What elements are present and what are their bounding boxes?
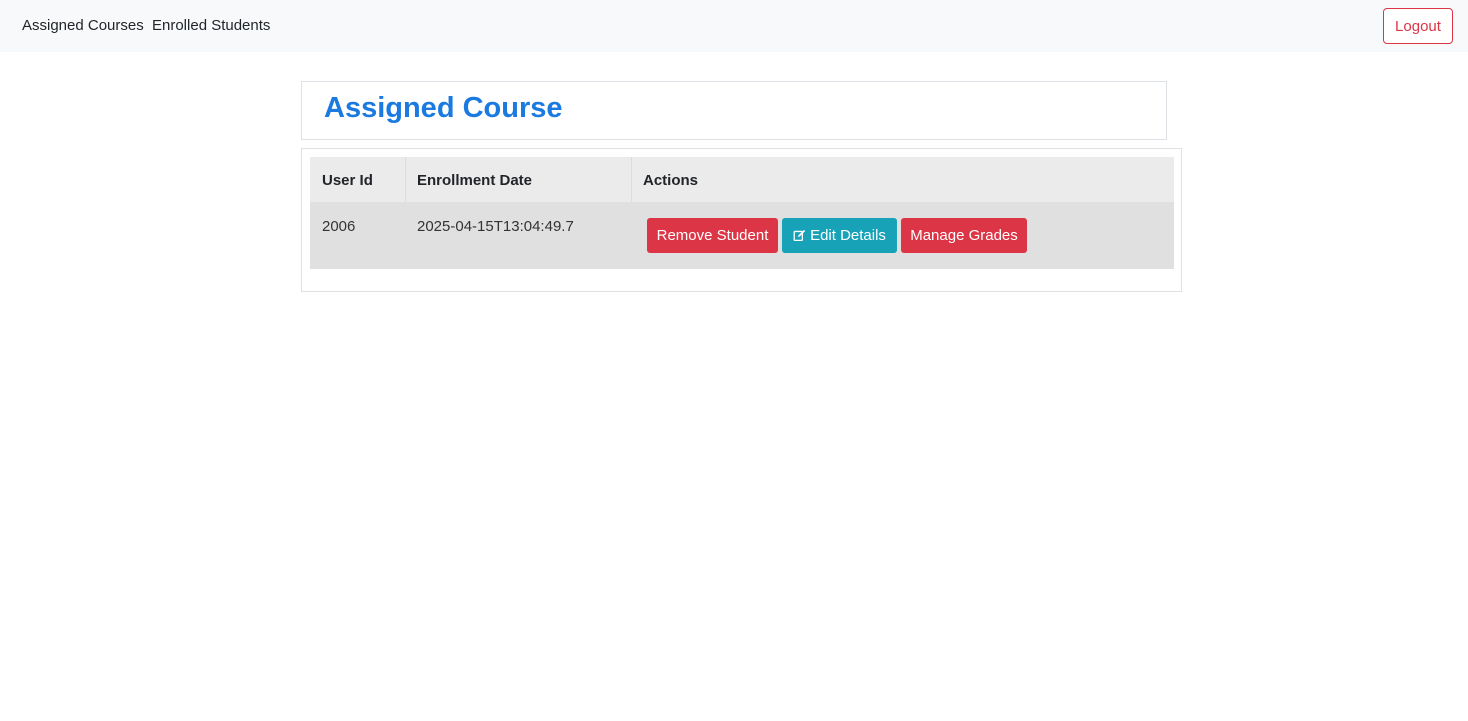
top-navbar: Assigned Courses Enrolled Students Logou…: [0, 0, 1468, 52]
table-header-row: User Id Enrollment Date Actions: [310, 157, 1174, 202]
cell-enrollment-date: 2025-04-15T13:04:49.7: [417, 218, 574, 235]
header-actions: Actions: [643, 172, 699, 189]
remove-student-button[interactable]: Remove Student: [647, 218, 778, 253]
table-row: 2006 2025-04-15T13:04:49.7 Remove Studen…: [310, 202, 1174, 269]
edit-icon: [793, 229, 806, 242]
edit-details-label: Edit Details: [810, 227, 886, 244]
remove-student-label: Remove Student: [656, 227, 769, 244]
cell-user-id: 2006: [322, 218, 356, 235]
column-divider: [405, 157, 406, 202]
header-user-id: User Id: [322, 172, 373, 189]
logout-button[interactable]: Logout: [1383, 8, 1453, 44]
page-title: Assigned Course: [324, 92, 563, 124]
enrollment-table-card: User Id Enrollment Date Actions 2006 202…: [301, 148, 1182, 292]
manage-grades-label: Manage Grades: [910, 227, 1018, 244]
edit-details-button[interactable]: Edit Details: [782, 218, 897, 253]
header-enrollment-date: Enrollment Date: [417, 172, 533, 189]
nav-link-assigned-courses[interactable]: Assigned Courses: [22, 17, 144, 34]
column-divider: [631, 157, 632, 202]
title-card: Assigned Course: [301, 81, 1167, 140]
manage-grades-button[interactable]: Manage Grades: [901, 218, 1027, 253]
nav-link-enrolled-students[interactable]: Enrolled Students: [152, 17, 270, 34]
